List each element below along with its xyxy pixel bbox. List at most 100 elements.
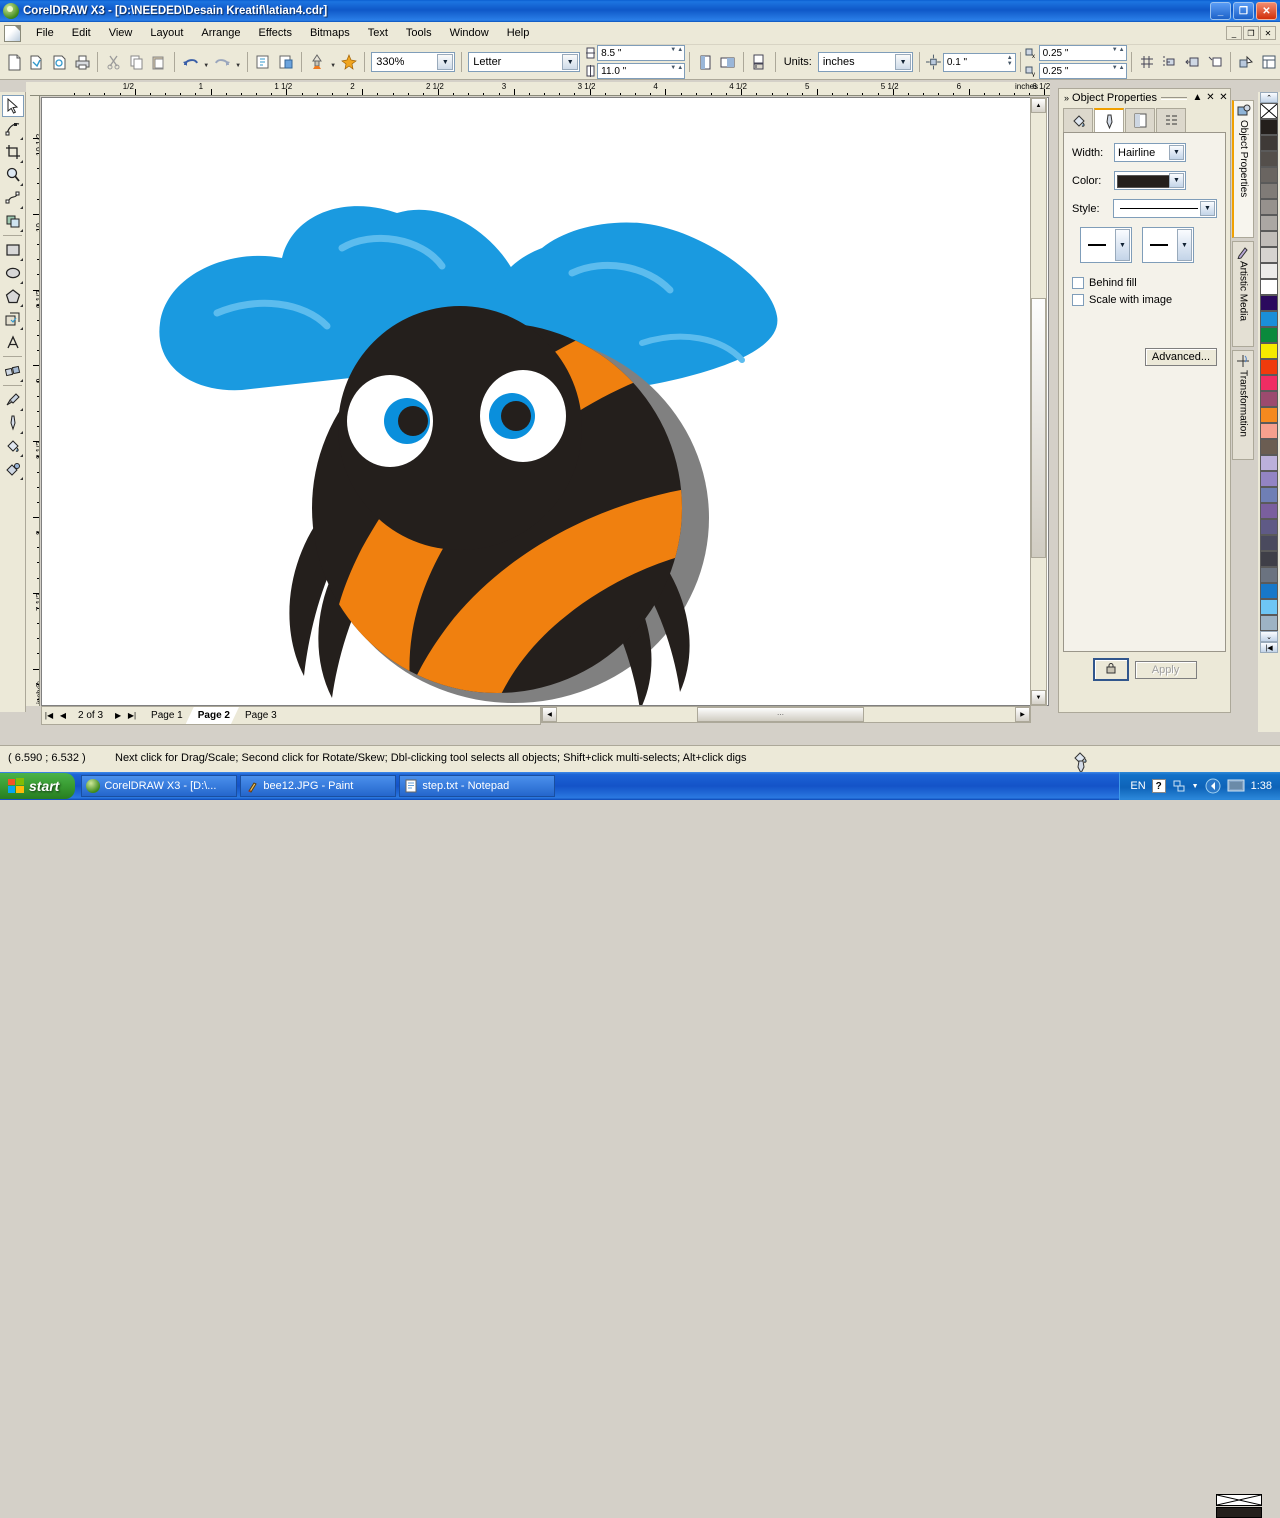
docker-tab-general[interactable] (1125, 108, 1155, 132)
palette-scroll-down-button[interactable]: ⌄ (1260, 631, 1278, 642)
bee-eye-left[interactable] (347, 375, 433, 467)
crop-tool[interactable] (2, 141, 24, 163)
vertical-ruler[interactable]: 10 1/2109 1/298 1/287 1/27inches (26, 96, 40, 706)
page-height-down-icon[interactable]: ▼ (670, 65, 676, 71)
page-tab-1[interactable]: Page 1 (139, 707, 192, 724)
flyout-arrow-icon[interactable] (20, 304, 23, 307)
snap-to-guidelines-icon[interactable] (1159, 51, 1180, 73)
menu-effects[interactable]: Effects (250, 24, 301, 42)
palette-swatch[interactable] (1260, 151, 1278, 167)
duplicate-y-field[interactable]: 0.25 " ▼▲ (1039, 63, 1127, 79)
ellipse-tool[interactable] (2, 262, 24, 284)
redo-icon[interactable] (212, 51, 233, 73)
open-document-icon[interactable] (27, 51, 48, 73)
palette-swatch[interactable] (1260, 167, 1278, 183)
menu-bitmaps[interactable]: Bitmaps (301, 24, 359, 42)
last-page-button[interactable]: ▶| (125, 708, 139, 723)
cut-icon[interactable] (103, 51, 124, 73)
import-icon[interactable] (253, 51, 274, 73)
page-setup-icon[interactable] (749, 51, 770, 73)
palette-swatch[interactable] (1260, 279, 1278, 295)
palette-swatch[interactable] (1260, 135, 1278, 151)
taskbar-item-notepad[interactable]: step.txt - Notepad (399, 775, 555, 797)
palette-swatch[interactable] (1260, 567, 1278, 583)
landscape-orientation-icon[interactable] (718, 51, 739, 73)
doc-restore-button[interactable]: ❐ (1243, 26, 1259, 40)
end-arrowhead-combo[interactable]: ▼ (1142, 227, 1194, 263)
smart-fill-tool[interactable] (2, 210, 24, 232)
palette-swatch[interactable] (1260, 263, 1278, 279)
pick-tool[interactable] (2, 95, 24, 117)
side-tab-artistic-media[interactable]: Artistic Media (1232, 241, 1254, 347)
flyout-arrow-icon[interactable] (20, 160, 23, 163)
chevron-down-icon[interactable]: ▼ (1200, 201, 1215, 216)
behind-fill-checkbox[interactable] (1072, 277, 1084, 289)
dup-x-down-icon[interactable]: ▼ (1112, 47, 1118, 53)
fill-tool[interactable] (2, 435, 24, 457)
palette-swatch[interactable] (1260, 519, 1278, 535)
paste-icon[interactable] (148, 51, 169, 73)
dup-y-up-icon[interactable]: ▲ (1119, 65, 1125, 71)
palette-swatch[interactable] (1260, 231, 1278, 247)
page-height-up-icon[interactable]: ▲ (677, 65, 683, 71)
scale-with-image-row[interactable]: Scale with image (1072, 294, 1217, 306)
side-tab-object-properties[interactable]: Object Properties (1232, 100, 1254, 238)
palette-swatch[interactable] (1260, 183, 1278, 199)
palette-swatch[interactable] (1260, 119, 1278, 135)
palette-scroll-up-button[interactable]: ⌃ (1260, 92, 1278, 103)
scale-with-image-checkbox[interactable] (1072, 294, 1084, 306)
menu-edit[interactable]: Edit (63, 24, 100, 42)
fill-status-swatch[interactable] (1216, 1494, 1262, 1506)
help-icon[interactable]: ? (1152, 779, 1166, 793)
document-icon[interactable] (4, 25, 21, 42)
options-icon[interactable] (1258, 51, 1279, 73)
chevron-down-icon[interactable]: ▼ (437, 54, 453, 70)
flyout-arrow-icon[interactable] (20, 477, 23, 480)
palette-swatch[interactable] (1260, 295, 1278, 311)
dynamic-guides-icon[interactable] (1204, 51, 1225, 73)
export-icon[interactable] (275, 51, 296, 73)
maximize-button[interactable]: ❐ (1233, 2, 1254, 20)
text-tool[interactable] (2, 331, 24, 353)
object-manager-icon[interactable] (1236, 51, 1257, 73)
bee-eye-right[interactable] (480, 370, 566, 462)
shape-tool[interactable] (2, 118, 24, 140)
menu-window[interactable]: Window (441, 24, 498, 42)
interactive-blend-tool[interactable] (2, 360, 24, 382)
palette-scroll-end-button[interactable]: |◀ (1260, 642, 1278, 653)
chevron-down-icon[interactable]: ▼ (562, 54, 578, 70)
page-width-field[interactable]: 8.5 " ▼▲ (597, 45, 685, 61)
rectangle-tool[interactable] (2, 239, 24, 261)
palette-swatch-list[interactable] (1258, 119, 1280, 631)
outline-status-swatch[interactable] (1216, 1507, 1262, 1518)
menu-text[interactable]: Text (359, 24, 397, 42)
outline-width-combo[interactable]: Hairline ▼ (1114, 143, 1186, 162)
palette-swatch[interactable] (1260, 327, 1278, 343)
freehand-tool[interactable] (2, 187, 24, 209)
color-palette[interactable]: ⌃ ⌄ |◀ (1258, 92, 1280, 732)
scroll-right-button[interactable]: ▶ (1015, 707, 1030, 722)
palette-swatch[interactable] (1260, 199, 1278, 215)
paper-type-combo[interactable]: Letter ▼ (468, 52, 580, 72)
cartoon-bumblebee-artwork[interactable] (42, 98, 1049, 706)
horizontal-scrollbar[interactable]: ◀ ⋯ ▶ (541, 706, 1031, 723)
next-page-button[interactable]: ▶ (111, 708, 125, 723)
docker-close-button[interactable]: ✕ (1204, 91, 1217, 104)
show-hidden-icons-button[interactable]: ▼ (1192, 783, 1199, 790)
palette-swatch[interactable] (1260, 247, 1278, 263)
snap-to-grid-icon[interactable] (1137, 51, 1158, 73)
menu-help[interactable]: Help (498, 24, 539, 42)
page-width-down-icon[interactable]: ▼ (670, 47, 676, 53)
page-tab-3[interactable]: Page 3 (233, 707, 286, 724)
palette-swatch[interactable] (1260, 471, 1278, 487)
doc-minimize-button[interactable]: _ (1226, 26, 1242, 40)
scroll-left-button[interactable]: ◀ (542, 707, 557, 722)
menu-layout[interactable]: Layout (141, 24, 192, 42)
print-document-icon[interactable] (72, 51, 93, 73)
taskbar-item-paint[interactable]: bee12.JPG - Paint (240, 775, 396, 797)
snap-to-objects-icon[interactable] (1182, 51, 1203, 73)
page-width-up-icon[interactable]: ▲ (677, 47, 683, 53)
palette-swatch[interactable] (1260, 215, 1278, 231)
outline-style-combo[interactable]: ▼ (1113, 199, 1217, 218)
behind-fill-row[interactable]: Behind fill (1072, 277, 1217, 289)
